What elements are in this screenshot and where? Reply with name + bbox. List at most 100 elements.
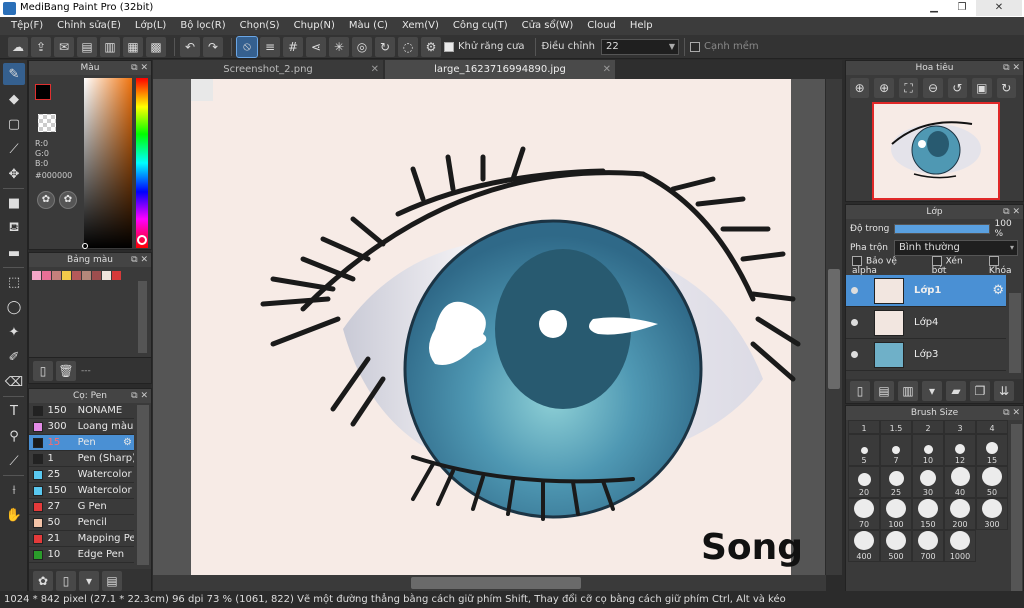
blend-mode-select[interactable]: Bình thường ▾: [894, 240, 1018, 256]
vanishing-point-snap-icon[interactable]: ⋖: [306, 36, 326, 57]
layer-scrollbar[interactable]: [1009, 293, 1021, 373]
menu-file[interactable]: Tệp(F): [4, 17, 50, 35]
menu-view[interactable]: Xem(V): [395, 17, 446, 35]
layer-settings-gear-icon[interactable]: ⚙: [992, 283, 1004, 298]
brush-menu-icon[interactable]: ▾: [79, 571, 99, 591]
brush-size-option[interactable]: 200: [944, 498, 976, 530]
undo-icon[interactable]: ↶: [180, 36, 200, 57]
curve-snap-icon[interactable]: ↻: [375, 36, 395, 57]
brush-list-item[interactable]: 300 Loang màu: [29, 419, 134, 435]
protect-alpha-toggle[interactable]: Bảo vệ alpha: [852, 255, 920, 276]
antialias-checkbox[interactable]: [444, 41, 454, 52]
menu-edit[interactable]: Chỉnh sửa(E): [50, 17, 128, 35]
parallel-snap-icon[interactable]: ≡: [260, 36, 280, 57]
color-swatch[interactable]: [92, 271, 101, 280]
move-tool-icon[interactable]: ✥: [3, 163, 25, 185]
close-button[interactable]: ✕: [976, 0, 1022, 16]
swatch-scrollbar[interactable]: [138, 281, 147, 353]
menu-filter[interactable]: Bộ lọc(R): [173, 17, 232, 35]
snap-off-icon[interactable]: ⦸: [236, 35, 258, 58]
fill-rect-tool-icon[interactable]: ■: [3, 192, 25, 214]
menu-window[interactable]: Cửa sổ(W): [515, 17, 581, 35]
tab-close-icon[interactable]: ✕: [603, 60, 611, 79]
menu-color[interactable]: Màu (C): [342, 17, 395, 35]
tab-large-image[interactable]: large_1623716994890.jpg ✕: [385, 60, 615, 79]
menu-tools[interactable]: Công cụ(T): [446, 17, 515, 35]
message-icon[interactable]: ▤: [77, 36, 97, 57]
brush-list-item[interactable]: 50 Pencil: [29, 515, 134, 531]
select-eraser-tool-icon[interactable]: ⌫: [3, 371, 25, 393]
rotate-left-icon[interactable]: ↺: [947, 78, 968, 98]
canvas-artwork[interactable]: Song: [153, 79, 825, 575]
panel-close-icon[interactable]: ⧉ ✕: [1003, 406, 1020, 420]
concentric-snap-icon[interactable]: ◎: [352, 36, 372, 57]
fit-icon[interactable]: ⛶: [898, 78, 919, 98]
menu-layer[interactable]: Lớp(L): [128, 17, 173, 35]
rectangle-tool-icon[interactable]: ▢: [3, 113, 25, 135]
operation-tool-icon[interactable]: ⚲: [3, 425, 25, 447]
brush-tool-icon[interactable]: ✎: [3, 63, 25, 85]
comment-icon[interactable]: ✉: [54, 36, 74, 57]
add-layer-menu-icon[interactable]: ▾: [922, 381, 942, 401]
new-halftone-layer-icon[interactable]: ▤: [874, 381, 894, 401]
redo-icon[interactable]: ↷: [203, 36, 223, 57]
brush-list-item[interactable]: 150 Watercolor (V: [29, 483, 134, 499]
brush-size-option[interactable]: 1.5: [880, 420, 912, 434]
eraser-tool-icon[interactable]: ◆: [3, 88, 25, 110]
opacity-slider[interactable]: [893, 224, 990, 234]
brush-size-option[interactable]: 4: [976, 420, 1008, 434]
layer-row[interactable]: Lớp4: [846, 307, 1006, 339]
brush-size-option[interactable]: 40: [944, 466, 976, 498]
color-swatch[interactable]: [32, 271, 41, 280]
divide-tool-icon[interactable]: ⟋: [3, 450, 25, 472]
magic-wand-tool-icon[interactable]: ✦: [3, 321, 25, 343]
brush-size-option[interactable]: 50: [976, 466, 1008, 498]
color-picker-icon[interactable]: ✿: [59, 191, 77, 209]
soft-edge-toggle[interactable]: Cạnh mềm: [689, 41, 759, 52]
tab-close-icon[interactable]: ✕: [371, 60, 379, 79]
brush-size-option[interactable]: 3: [944, 420, 976, 434]
canvas-vertical-scrollbar[interactable]: [826, 79, 842, 575]
hue-slider-handle[interactable]: [137, 235, 147, 245]
palette-icon[interactable]: ✿: [37, 191, 55, 209]
brush-list-scrollbar[interactable]: [137, 405, 149, 565]
sv-picker-handle[interactable]: [82, 243, 88, 249]
merge-down-icon[interactable]: ⇊: [994, 381, 1014, 401]
bucket-tool-icon[interactable]: ⛾: [3, 217, 25, 239]
brush-size-option[interactable]: 30: [912, 466, 944, 498]
cross-snap-icon[interactable]: #: [283, 36, 303, 57]
hue-slider[interactable]: [136, 78, 148, 248]
brush-size-option[interactable]: 70: [848, 498, 880, 530]
clip-checkbox[interactable]: [931, 255, 942, 266]
menu-help[interactable]: Help: [623, 17, 660, 35]
brush-settings-gear-icon[interactable]: ⚙: [123, 437, 132, 448]
duplicate-layer-icon[interactable]: ❐: [970, 381, 990, 401]
saturation-value-picker[interactable]: [84, 78, 132, 248]
panel-icon[interactable]: ▦: [123, 36, 143, 57]
protect-alpha-checkbox[interactable]: [852, 255, 862, 266]
maximize-button[interactable]: ❐: [948, 0, 976, 16]
brush-list-item[interactable]: 21 Mapping Pen: [29, 531, 134, 547]
brush-add-icon[interactable]: ✿: [33, 571, 53, 591]
panel-close-icon[interactable]: ⧉ ✕: [1003, 61, 1020, 75]
brush-size-option[interactable]: 20: [848, 466, 880, 498]
lock-toggle[interactable]: Khóa: [988, 255, 1023, 276]
tab-screenshot-2[interactable]: Screenshot_2.png ✕: [153, 60, 383, 79]
color-swatch[interactable]: [112, 271, 121, 280]
menu-snap[interactable]: Chụp(N): [287, 17, 342, 35]
grid-icon[interactable]: ▩: [146, 36, 166, 57]
new-folder-icon[interactable]: ▰: [946, 381, 966, 401]
adjust-select[interactable]: 22 ▼: [600, 38, 679, 55]
eyedropper-tool-icon[interactable]: ⟊: [3, 479, 25, 501]
new-swatch-icon[interactable]: ▯: [33, 360, 53, 381]
brush-edit-icon[interactable]: ▤: [102, 571, 122, 591]
brush-size-option[interactable]: 15: [976, 434, 1008, 466]
new-1bit-layer-icon[interactable]: ▥: [898, 381, 918, 401]
brush-list-item[interactable]: 15 Pen ⚙: [29, 435, 134, 451]
settings-gear-icon[interactable]: ⚙: [421, 36, 441, 57]
soft-edge-checkbox[interactable]: [689, 41, 700, 52]
brush-size-option[interactable]: 700: [912, 530, 944, 562]
hand-tool-icon[interactable]: ✋: [3, 504, 25, 526]
brush-list-item[interactable]: 1 Pen (Sharp): [29, 451, 134, 467]
brush-list-item[interactable]: 150 NONAME: [29, 403, 134, 419]
